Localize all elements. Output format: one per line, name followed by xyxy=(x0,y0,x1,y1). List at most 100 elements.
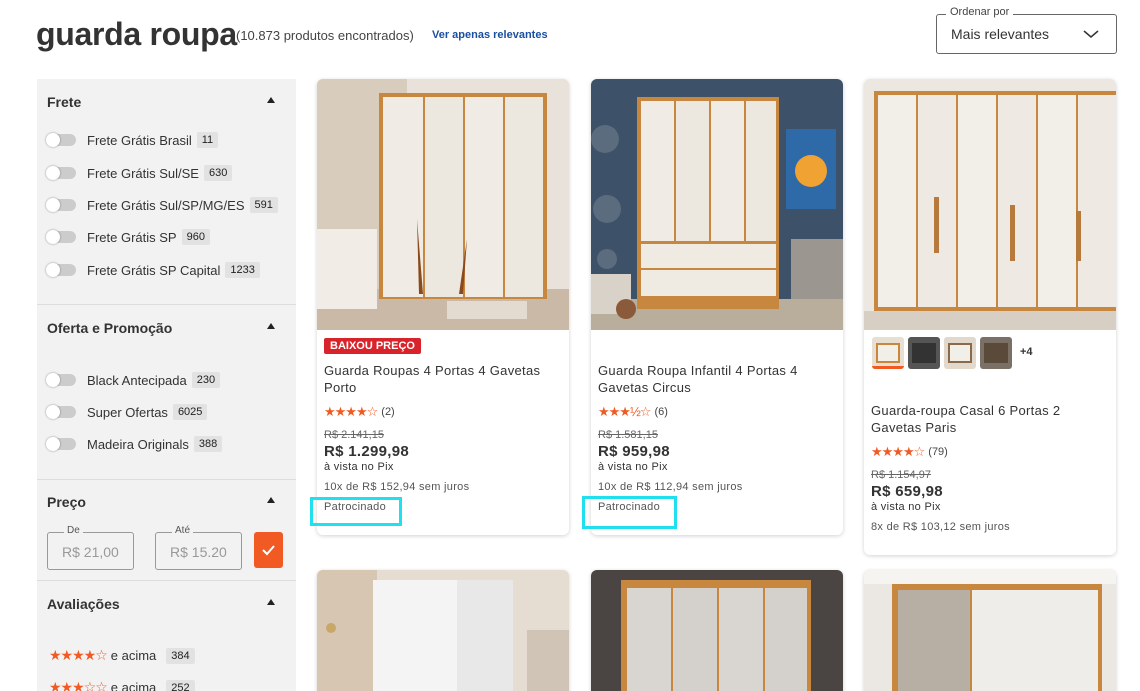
product-card[interactable] xyxy=(317,570,569,691)
product-name[interactable]: Guarda-roupa Casal 6 Portas 2 Gavetas Pa… xyxy=(871,402,1106,436)
filter-label: Frete Grátis SP xyxy=(87,229,177,245)
filter-count: 384 xyxy=(166,647,195,664)
review-count: (79) xyxy=(928,446,948,458)
filter-frete-sp-capital[interactable]: Frete Grátis SP Capital 1233 xyxy=(46,260,260,280)
filter-frete-sul-se[interactable]: Frete Grátis Sul/SE 630 xyxy=(46,163,233,183)
star-rating-icon: ★★★★☆ xyxy=(49,647,108,663)
star-rating-icon: ★★★½☆ xyxy=(598,404,651,419)
filter-count: 6025 xyxy=(172,404,208,420)
highlight-box xyxy=(310,497,402,526)
show-relevant-link[interactable]: Ver apenas relevantes xyxy=(432,29,548,41)
divider xyxy=(37,580,296,581)
toggle-switch[interactable] xyxy=(46,437,76,451)
price-min-label: De xyxy=(64,525,83,536)
installments: 8x de R$ 103,12 sem juros xyxy=(871,521,1010,533)
filter-label: Frete Grátis SP Capital xyxy=(87,262,221,278)
chevron-down-icon xyxy=(1083,30,1099,38)
product-image[interactable] xyxy=(317,79,569,330)
sort-select[interactable]: Mais relevantes xyxy=(936,14,1117,54)
sort-value: Mais relevantes xyxy=(951,26,1050,42)
toggle-switch[interactable] xyxy=(46,230,76,244)
apply-price-button[interactable] xyxy=(254,532,283,568)
toggle-switch[interactable] xyxy=(46,405,76,419)
filter-count: 960 xyxy=(181,229,210,245)
price-max-placeholder: R$ 15.20 xyxy=(170,544,227,560)
price-min-placeholder: R$ 21,00 xyxy=(62,544,119,560)
sort-label: Ordenar por xyxy=(946,6,1014,18)
filter-count: 630 xyxy=(203,165,233,181)
rating-filter-3[interactable]: ★★★☆☆ e acima 252 xyxy=(49,679,195,691)
product-image[interactable] xyxy=(864,570,1116,691)
product-card[interactable]: Guarda Roupa Infantil 4 Portas 4 Gavetas… xyxy=(591,79,843,535)
product-rating: ★★★★☆ (2) xyxy=(324,404,395,420)
collapse-frete-icon[interactable] xyxy=(267,97,275,103)
divider xyxy=(37,304,296,305)
filter-frete-brasil[interactable]: Frete Grátis Brasil 11 xyxy=(46,130,219,150)
star-rating-icon: ★★★☆☆ xyxy=(49,679,108,691)
result-count: (10.873 produtos encontrados) xyxy=(236,28,414,43)
variant-thumbnail[interactable] xyxy=(908,337,940,369)
old-price: R$ 1.581,15 xyxy=(598,429,658,441)
filter-label: Super Ofertas xyxy=(87,404,168,420)
filter-frete-sp[interactable]: Frete Grátis SP 960 xyxy=(46,227,210,247)
toggle-switch[interactable] xyxy=(46,198,76,212)
review-count: (6) xyxy=(654,406,668,418)
product-image[interactable] xyxy=(591,570,843,691)
price-min-input[interactable]: De R$ 21,00 xyxy=(47,525,134,570)
old-price: R$ 2.141,15 xyxy=(324,429,384,441)
filter-label: e acima xyxy=(110,648,157,663)
price: R$ 659,98 xyxy=(871,483,943,500)
page-title: guarda roupa xyxy=(36,16,237,52)
variant-thumbnail[interactable] xyxy=(980,337,1012,369)
variant-thumbnail[interactable] xyxy=(944,337,976,369)
installments: 10x de R$ 112,94 sem juros xyxy=(598,481,743,493)
collapse-oferta-icon[interactable] xyxy=(267,323,275,329)
filter-frete-sul-sp-mg-es[interactable]: Frete Grátis Sul/SP/MG/ES 591 xyxy=(46,195,278,215)
filter-black-antecipada[interactable]: Black Antecipada 230 xyxy=(46,370,221,390)
pix-note: à vista no Pix xyxy=(598,461,668,473)
product-name[interactable]: Guarda Roupas 4 Portas 4 Gavetas Porto xyxy=(324,362,559,396)
installments: 10x de R$ 152,94 sem juros xyxy=(324,481,470,493)
old-price: R$ 1.154,97 xyxy=(871,469,931,481)
filter-title-avaliacoes: Avaliações xyxy=(47,596,120,612)
product-image[interactable] xyxy=(591,79,843,330)
checkmark-icon xyxy=(262,545,275,556)
collapse-avaliacoes-icon[interactable] xyxy=(267,599,275,605)
toggle-switch[interactable] xyxy=(46,263,76,277)
filter-title-preco: Preço xyxy=(47,494,86,510)
price-max-input[interactable]: Até R$ 15.20 xyxy=(155,525,242,570)
filter-count: 11 xyxy=(196,132,219,148)
product-card[interactable]: +4 Guarda-roupa Casal 6 Portas 2 Gavetas… xyxy=(864,79,1116,555)
toggle-switch[interactable] xyxy=(46,373,76,387)
toggle-switch[interactable] xyxy=(46,166,76,180)
price: R$ 959,98 xyxy=(598,443,670,460)
price-drop-badge: BAIXOU PREÇO xyxy=(324,338,421,354)
product-card[interactable] xyxy=(591,570,843,691)
price: R$ 1.299,98 xyxy=(324,443,410,460)
collapse-preco-icon[interactable] xyxy=(267,497,275,503)
product-image[interactable] xyxy=(864,79,1116,330)
product-name[interactable]: Guarda Roupa Infantil 4 Portas 4 Gavetas… xyxy=(598,362,833,396)
filter-count: 230 xyxy=(191,372,221,388)
pix-note: à vista no Pix xyxy=(871,501,941,513)
search-results-page: guarda roupa (10.873 produtos encontrado… xyxy=(0,0,1140,691)
filter-label: Black Antecipada xyxy=(87,372,187,388)
filter-count: 388 xyxy=(193,436,223,452)
review-count: (2) xyxy=(381,406,395,418)
filter-count: 591 xyxy=(249,197,278,213)
filter-super-ofertas[interactable]: Super Ofertas 6025 xyxy=(46,402,208,422)
product-rating: ★★★½☆ (6) xyxy=(598,404,668,420)
toggle-switch[interactable] xyxy=(46,133,76,147)
product-card[interactable] xyxy=(864,570,1116,691)
product-card[interactable]: BAIXOU PREÇO Guarda Roupas 4 Portas 4 Ga… xyxy=(317,79,569,535)
filter-label: Frete Grátis Brasil xyxy=(87,132,192,148)
filter-sidebar: Frete Frete Grátis Brasil 11 Frete Gráti… xyxy=(37,79,296,691)
star-rating-icon: ★★★★☆ xyxy=(324,404,378,419)
variant-thumbnail[interactable] xyxy=(872,337,904,369)
filter-label: Frete Grátis Sul/SE xyxy=(87,165,199,181)
more-variants[interactable]: +4 xyxy=(1020,346,1033,358)
filter-madeira-originals[interactable]: Madeira Originals 388 xyxy=(46,434,223,454)
filter-title-frete: Frete xyxy=(47,94,82,110)
product-image[interactable] xyxy=(317,570,569,691)
rating-filter-4[interactable]: ★★★★☆ e acima 384 xyxy=(49,647,195,664)
